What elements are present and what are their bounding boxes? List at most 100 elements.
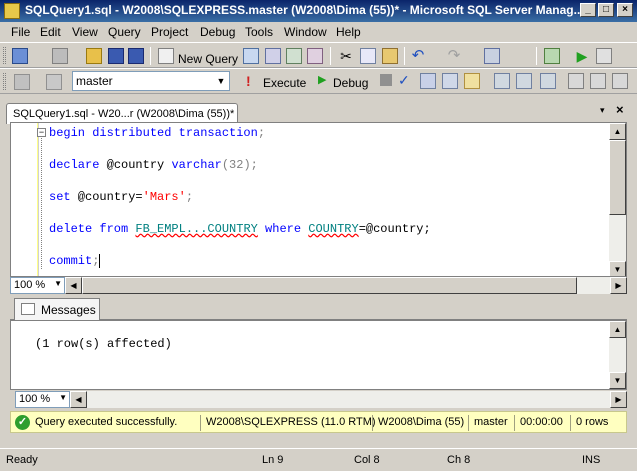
menu-edit[interactable]: Edit (40, 25, 61, 39)
copy-icon[interactable] (360, 48, 376, 64)
parse-icon[interactable]: ✓ (398, 72, 410, 89)
chevron-down-icon[interactable]: ▼ (213, 72, 229, 90)
scrollbar-track[interactable] (609, 338, 626, 372)
results-zoom-select[interactable]: 100 % ▼ (15, 391, 70, 408)
editor-horizontal-scrollbar[interactable]: ◀ ▶ (65, 277, 627, 294)
undo-icon[interactable]: ↶ (410, 48, 426, 64)
query-designer-icon[interactable] (442, 73, 458, 89)
menu-help[interactable]: Help (336, 25, 361, 39)
user-info: W2008\Dima (55) (378, 416, 465, 428)
collapse-icon[interactable]: − (37, 128, 46, 137)
status-char: Ch 8 (447, 454, 471, 466)
new-query-button[interactable]: New Query (178, 52, 238, 66)
scrollbar-thumb[interactable] (82, 277, 577, 294)
results-vertical-scrollbar[interactable]: ▲ ▼ (609, 321, 626, 389)
results-horizontal-scrollbar[interactable]: ◀ ▶ (70, 391, 627, 408)
outdent-icon[interactable] (612, 73, 628, 89)
elapsed-time: 00:00:00 (520, 416, 563, 428)
scroll-down-icon[interactable]: ▼ (609, 372, 626, 389)
chevron-down-icon[interactable]: ▼ (59, 393, 67, 402)
comment-icon[interactable] (568, 73, 584, 89)
mdx-query-icon[interactable] (265, 48, 281, 64)
dmx-query-icon[interactable] (286, 48, 302, 64)
scroll-left-icon[interactable]: ◀ (65, 277, 82, 294)
execute-button[interactable]: Execute (263, 76, 306, 90)
query-editor[interactable]: − begin distributed transaction; declare… (10, 122, 627, 277)
activity-monitor-icon[interactable] (544, 48, 560, 64)
toolbar-separator (330, 47, 331, 65)
tab-dropdown-icon[interactable]: ▾ (600, 105, 605, 116)
document-tab-label: SQLQuery1.sql - W20...r (W2008\Dima (55)… (13, 108, 235, 120)
menu-debug[interactable]: Debug (200, 25, 235, 39)
chevron-down-icon[interactable]: ▼ (54, 279, 62, 288)
scroll-right-icon[interactable]: ▶ (610, 391, 627, 408)
change-connection-icon[interactable] (46, 74, 62, 90)
database-select-value: master (76, 74, 113, 88)
results-to-file-icon[interactable] (540, 73, 556, 89)
menu-project[interactable]: Project (151, 25, 188, 39)
menu-query[interactable]: Query (108, 25, 141, 39)
menu-window[interactable]: Window (284, 25, 327, 39)
toolbar-options-icon[interactable] (596, 48, 612, 64)
scroll-left-icon[interactable]: ◀ (70, 391, 87, 408)
results-to-text-icon[interactable] (494, 73, 510, 89)
status-divider (468, 415, 469, 431)
close-tab-icon[interactable]: × (616, 102, 624, 117)
paste-icon[interactable] (382, 48, 398, 64)
connect-icon[interactable] (14, 74, 30, 90)
start-debug-icon[interactable]: ▶ (574, 48, 590, 64)
server-info: W2008\SQLEXPRESS (11.0 RTM) (206, 416, 376, 428)
database-select[interactable]: master ▼ (72, 71, 230, 91)
execute-icon[interactable]: ! (246, 73, 251, 89)
database-engine-query-icon[interactable] (243, 48, 259, 64)
new-project-icon[interactable] (12, 48, 28, 64)
editor-vertical-scrollbar[interactable]: ▲ ▼ (609, 123, 626, 276)
outlining-margin (41, 129, 42, 269)
editor-zoom-select[interactable]: 100 % ▼ (10, 277, 65, 294)
intellisense-icon[interactable] (464, 73, 480, 89)
tab-messages[interactable]: Messages (14, 298, 100, 320)
messages-icon (21, 303, 35, 315)
maximize-button[interactable]: □ (598, 3, 614, 17)
new-query-icon[interactable] (158, 48, 174, 64)
standard-toolbar: New Query ✂ ↶ ↷ ▶ (0, 42, 637, 68)
scrollbar-thumb[interactable] (609, 140, 626, 215)
xmla-query-icon[interactable] (307, 48, 323, 64)
menu-bar: File Edit View Query Project Debug Tools… (0, 22, 637, 42)
status-line: Ln 9 (262, 454, 284, 466)
save-icon[interactable] (108, 48, 124, 64)
toolbar-grip[interactable] (3, 73, 6, 90)
menu-tools[interactable]: Tools (245, 25, 273, 39)
redo-icon[interactable]: ↷ (446, 48, 462, 64)
debug-icon[interactable]: ▶ (318, 73, 326, 86)
close-button[interactable]: × (617, 3, 633, 17)
debug-button[interactable]: Debug (333, 76, 368, 90)
scroll-right-icon[interactable]: ▶ (610, 277, 627, 294)
save-all-icon[interactable] (128, 48, 144, 64)
add-item-icon[interactable] (52, 48, 68, 64)
status-divider (200, 415, 201, 431)
results-to-grid-icon[interactable] (516, 73, 532, 89)
indent-icon[interactable] (590, 73, 606, 89)
code-line-1: begin distributed transaction; (49, 126, 266, 140)
toolbar-grip[interactable] (3, 47, 6, 64)
cut-icon[interactable]: ✂ (338, 48, 354, 64)
open-file-icon[interactable] (86, 48, 102, 64)
scroll-up-icon[interactable]: ▲ (609, 321, 626, 338)
status-column: Col 8 (354, 454, 380, 466)
display-plan-icon[interactable] (420, 73, 436, 89)
code-line-3: set @country='Mars'; (49, 190, 194, 204)
menu-file[interactable]: File (11, 25, 30, 39)
scroll-up-icon[interactable]: ▲ (609, 123, 626, 140)
change-tracking-margin (37, 123, 39, 276)
minimize-button[interactable]: _ (580, 3, 596, 17)
cancel-query-icon[interactable] (380, 74, 392, 86)
navigate-icon[interactable] (484, 48, 500, 64)
messages-pane[interactable]: (1 row(s) affected) ▲ ▼ (10, 320, 627, 390)
code-line-5: commit;​ (49, 254, 101, 268)
scroll-down-icon[interactable]: ▼ (609, 261, 626, 276)
code-line-2: declare @country varchar(32); (49, 158, 258, 172)
results-zoom-value: 100 % (19, 393, 51, 405)
document-tab[interactable]: SQLQuery1.sql - W20...r (W2008\Dima (55)… (6, 103, 238, 124)
menu-view[interactable]: View (72, 25, 98, 39)
